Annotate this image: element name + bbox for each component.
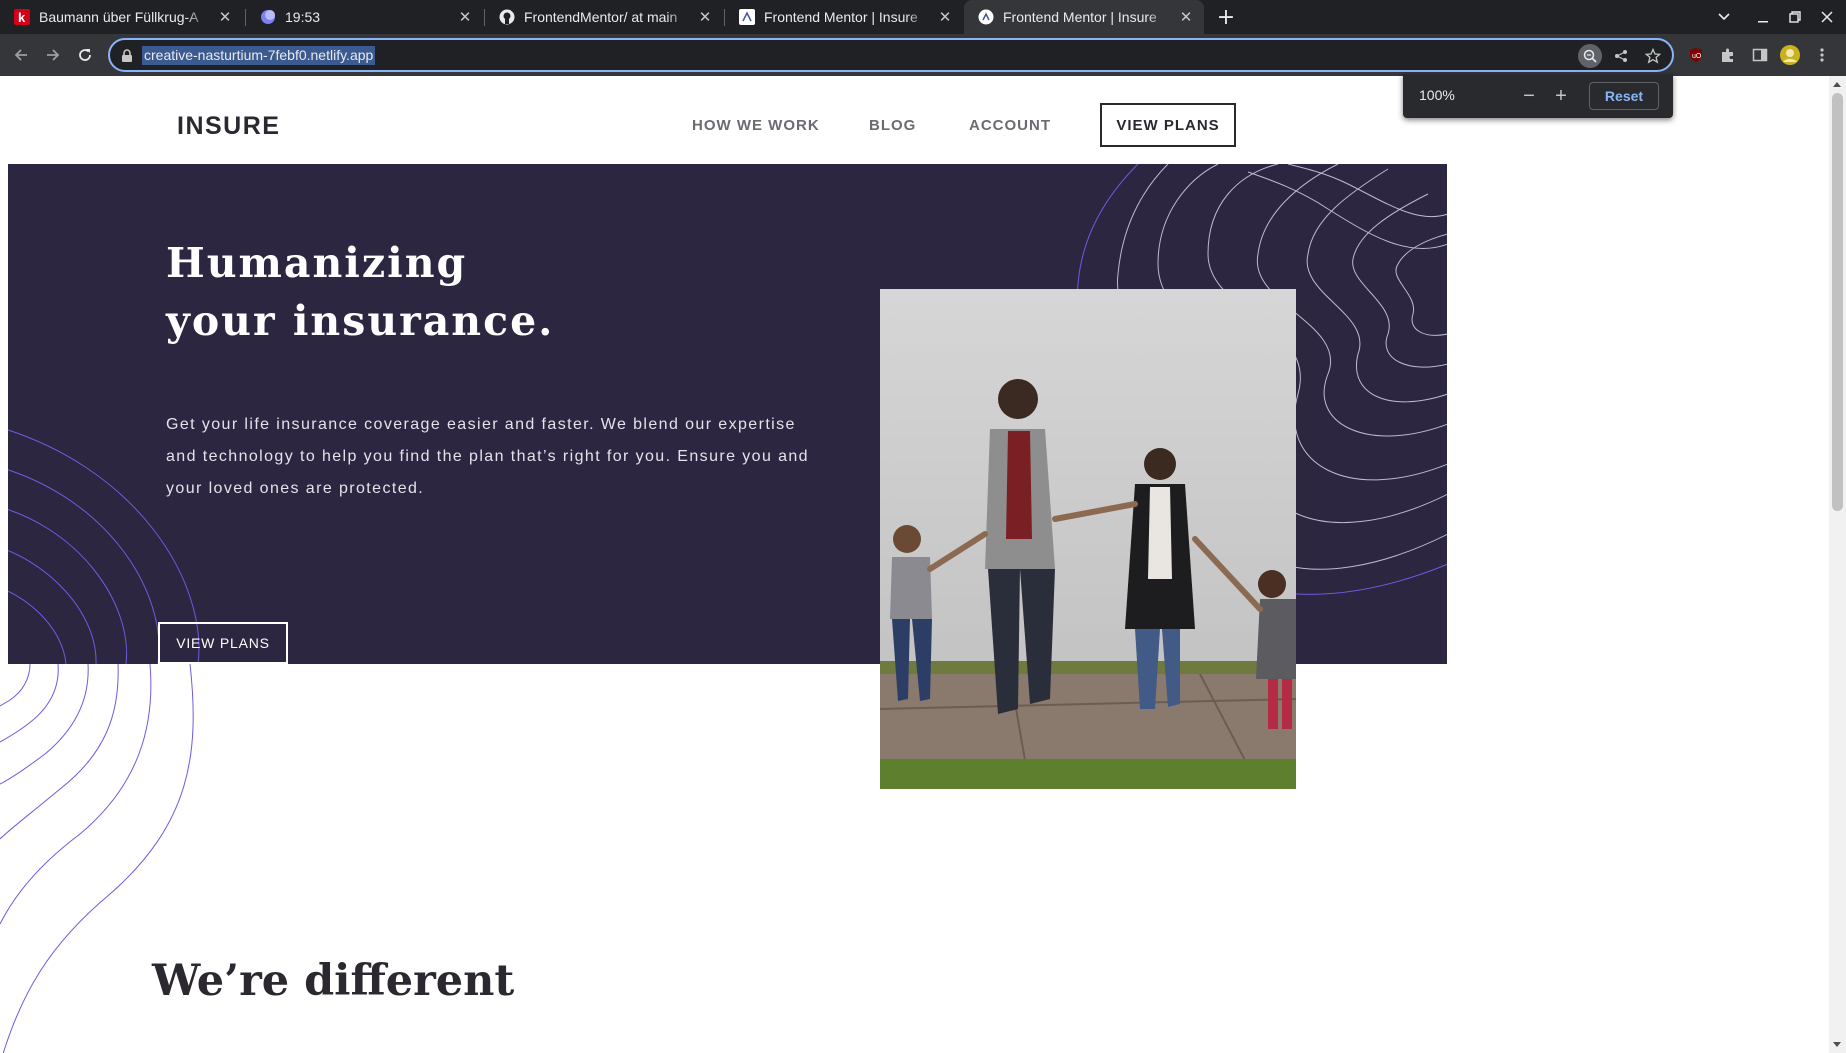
browser-tab[interactable]: Frontend Mentor | Insure ✕ (725, 0, 963, 34)
close-icon[interactable]: ✕ (935, 7, 955, 27)
scroll-down-icon[interactable] (1833, 1042, 1841, 1047)
hero-title-line2: your insurance. (166, 297, 555, 345)
svg-text:uO: uO (1692, 53, 1702, 60)
close-window-icon[interactable] (1811, 0, 1843, 34)
site-logo[interactable]: INSURE (177, 112, 280, 141)
zoom-out-button[interactable]: − (1517, 84, 1541, 108)
hero-title-line1: Humanizing (166, 239, 468, 287)
browser-tab[interactable]: FrontendMentor/ at main ✕ (485, 0, 723, 34)
new-tab-button[interactable]: + (1214, 5, 1238, 30)
section-title-different: We’re different (152, 956, 515, 1006)
back-icon[interactable] (9, 43, 33, 67)
lock-icon[interactable] (120, 48, 134, 62)
nav-account[interactable]: ACCOUNT (969, 117, 1051, 134)
hero-description: Get your life insurance coverage easier … (166, 416, 809, 497)
svg-text:k: k (18, 10, 26, 25)
family-walking-illustration (880, 289, 1296, 789)
extensions-puzzle-icon[interactable] (1718, 45, 1738, 65)
zoom-in-button[interactable]: + (1549, 84, 1573, 108)
side-panel-icon[interactable] (1750, 45, 1770, 65)
tab-title: Baumann über Füllkrug-A (39, 9, 199, 25)
bookmark-star-icon[interactable] (1641, 44, 1665, 68)
close-icon[interactable]: ✕ (1176, 7, 1196, 27)
hero-family-photo (880, 289, 1296, 789)
close-icon[interactable]: ✕ (695, 7, 715, 27)
forward-icon[interactable] (41, 43, 65, 67)
hero-view-plans-button[interactable]: VIEW PLANS (158, 622, 288, 664)
reload-icon[interactable] (73, 43, 97, 67)
frontend-mentor-icon (739, 9, 755, 25)
scroll-up-icon[interactable] (1833, 82, 1841, 87)
zoom-popup: 100% − + Reset (1403, 74, 1673, 118)
tab-title: 19:53 (285, 9, 321, 25)
nav-how-we-work[interactable]: HOW WE WORK (692, 117, 820, 134)
kicker-k-icon: k (14, 9, 30, 25)
browser-toolbar: creative-nasturtium-7febf0.netlify.app u… (0, 34, 1846, 76)
github-icon (499, 9, 515, 25)
browser-tab[interactable]: k Baumann über Füllkrug-A ✕ (0, 0, 243, 34)
profile-avatar[interactable] (1780, 45, 1800, 65)
zoom-reset-button[interactable]: Reset (1589, 82, 1659, 110)
zoom-icon[interactable] (1578, 44, 1602, 68)
tab-title: Frontend Mentor | Insure (1003, 9, 1157, 25)
close-icon[interactable]: ✕ (455, 7, 475, 27)
scrollbar-thumb[interactable] (1832, 93, 1843, 511)
address-bar[interactable]: creative-nasturtium-7febf0.netlify.app (108, 38, 1674, 72)
moon-icon (260, 9, 276, 25)
tab-search-icon[interactable] (1708, 0, 1740, 34)
tab-strip: k Baumann über Füllkrug-A ✕ 19:53 ✕ Fron… (0, 0, 1846, 34)
frontend-mentor-icon (978, 9, 994, 25)
hero-title: Humanizing your insurance. (166, 234, 554, 350)
zoom-level: 100% (1419, 87, 1455, 103)
close-icon[interactable]: ✕ (215, 7, 235, 27)
ublock-icon[interactable]: uO (1686, 45, 1706, 65)
nav-blog[interactable]: BLOG (869, 117, 916, 134)
more-menu-icon[interactable] (1812, 45, 1832, 65)
tab-title: Frontend Mentor | Insure (764, 9, 918, 25)
page-scrollbar[interactable] (1829, 76, 1846, 1053)
browser-tab[interactable]: 19:53 ✕ (246, 0, 483, 34)
share-icon[interactable] (1609, 44, 1633, 68)
restore-icon[interactable] (1779, 0, 1811, 34)
url-text[interactable]: creative-nasturtium-7febf0.netlify.app (142, 46, 376, 65)
minimize-icon[interactable] (1747, 0, 1779, 34)
tab-title: FrontendMentor/ at main (524, 9, 678, 25)
nav-view-plans-button[interactable]: VIEW PLANS (1100, 103, 1236, 147)
page-viewport: INSURE HOW WE WORK BLOG ACCOUNT VIEW PLA… (0, 76, 1829, 1053)
browser-tab-active[interactable]: Frontend Mentor | Insure ✕ (964, 0, 1204, 34)
